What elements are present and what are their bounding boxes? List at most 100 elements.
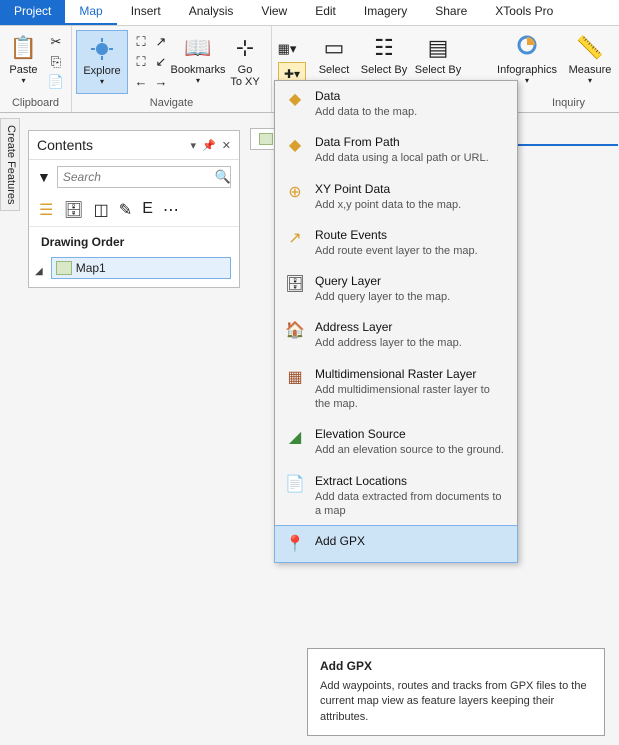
menu-path-title: Data From Path [315,135,507,149]
prev-extent-icon[interactable]: ← [132,73,150,91]
address-icon: 🏠 [285,320,305,340]
menu-query-title: Query Layer [315,274,507,288]
contents-dropdown-icon[interactable]: ▾ [191,139,197,152]
extract-icon: 📄 [285,474,305,494]
menu-multidim-raster[interactable]: ▦ Multidimensional Raster Layer Add multi… [275,359,517,420]
raster-icon: ▦ [285,367,305,387]
select-icon: ▭ [320,34,348,62]
list-by-drawing-icon[interactable]: ☰ [39,200,53,220]
elevation-icon: ◢ [285,427,305,447]
list-by-source-icon[interactable]: 🗄 [63,200,83,220]
tab-imagery[interactable]: Imagery [350,0,421,25]
menu-address-title: Address Layer [315,320,507,334]
data-path-icon: ◆ [285,135,305,155]
menu-xy-title: XY Point Data [315,182,507,196]
tooltip: Add GPX Add waypoints, routes and tracks… [307,648,605,736]
menu-path-desc: Add data using a local path or URL. [315,151,507,165]
map-tab-icon [259,133,273,145]
tooltip-body: Add waypoints, routes and tracks from GP… [320,679,592,725]
bookmarks-button[interactable]: 📖 Bookmarks ▾ [174,30,222,94]
list-more-icon[interactable]: ⋯ [163,200,179,220]
contents-close-icon[interactable]: ✕ [222,139,231,152]
select-loc-icon: ▤ [424,34,452,62]
tooltip-title: Add GPX [320,659,592,673]
menu-data-from-path[interactable]: ◆ Data From Path Add data using a local p… [275,127,517,173]
clipboard-group-label: Clipboard [4,95,67,112]
menu-data-desc: Add data to the map. [315,105,507,119]
gotoxy-button[interactable]: ⊹ Go To XY [224,30,266,94]
measure-button[interactable]: 📏 Measure ▾ [565,30,615,94]
basemap-icon[interactable]: ▦▾ [278,40,296,58]
xy-icon: ⊕ [285,182,305,202]
explore-label: Explore [83,65,120,77]
menu-elev-title: Elevation Source [315,427,507,441]
menu-raster-title: Multidimensional Raster Layer [315,367,507,381]
explore-button[interactable]: Explore ▾ [76,30,128,94]
active-view-indicator [510,144,618,146]
drawing-order-heading: Drawing Order [29,227,239,255]
tab-map[interactable]: Map [65,0,116,25]
fixed-zoom-in-icon[interactable]: ↗ [152,33,170,51]
measure-icon: 📏 [576,34,604,62]
menu-raster-desc: Add multidimensional raster layer to the… [315,383,507,412]
tab-view[interactable]: View [247,0,301,25]
search-input[interactable] [57,166,231,188]
map-item[interactable]: Map1 [51,257,231,279]
list-by-selection-icon[interactable]: ◫ [94,200,109,220]
fixed-zoom-out-icon[interactable]: ↙ [152,53,170,71]
menu-extract-locations[interactable]: 📄 Extract LocationsAdd data extracted fr… [275,466,517,527]
cut-icon[interactable]: ✂ [47,33,65,51]
menu-gpx-title: Add GPX [315,534,507,548]
tab-project[interactable]: Project [0,0,65,25]
infographics-icon [513,34,541,62]
tab-share[interactable]: Share [421,0,481,25]
menu-route-desc: Add route event layer to the map. [315,244,507,258]
map-icon [56,261,72,275]
menu-address-layer[interactable]: 🏠 Address Layer Add address layer to the … [275,312,517,358]
menu-elev-desc: Add an elevation source to the ground. [315,443,507,457]
menu-xy-point[interactable]: ⊕ XY Point Data Add x,y point data to the… [275,174,517,220]
zoom-full-icon[interactable]: ⛶ [132,33,150,51]
navigate-group-label: Navigate [76,95,267,112]
menu-query-desc: Add query layer to the map. [315,290,507,304]
list-by-snapping-icon[interactable]: E [142,200,153,220]
main-tabs: Project Map Insert Analysis View Edit Im… [0,0,619,26]
paste-button[interactable]: 📋 Paste ▾ [4,30,43,94]
zoom-sel-icon[interactable]: ⛶ [132,53,150,71]
menu-data[interactable]: ◆ Data Add data to the map. [275,81,517,127]
selectby2-label: Select By [415,64,461,76]
menu-data-title: Data [315,89,507,103]
menu-elevation-source[interactable]: ◢ Elevation Source Add an elevation sourc… [275,419,517,465]
create-features-tab[interactable]: Create Features [0,118,20,211]
list-by-editing-icon[interactable]: ✎ [119,200,132,220]
contents-pin-icon[interactable]: 📌 [202,139,216,152]
copypath-icon[interactable]: 📄 [47,73,65,91]
filter-icon[interactable]: ▼ [37,169,51,185]
route-icon: ↗ [285,228,305,248]
next-extent-icon[interactable]: → [152,73,170,91]
contents-panel: Contents ▾ 📌 ✕ ▼ 🔍 ☰ 🗄 ◫ ✎ E ⋯ Drawing O… [28,130,240,288]
tab-analysis[interactable]: Analysis [175,0,248,25]
map-collapse-icon[interactable]: ◢ [35,266,43,277]
search-icon[interactable]: 🔍 [215,169,231,185]
tab-xtools[interactable]: XTools Pro [481,0,567,25]
menu-add-gpx[interactable]: 📍 Add GPX [274,525,518,563]
contents-title: Contents [37,137,191,153]
data-icon: ◆ [285,89,305,109]
menu-address-desc: Add address layer to the map. [315,336,507,350]
menu-query-layer[interactable]: 🗄 Query LayerAdd query layer to the map. [275,266,517,312]
gotoxy-icon: ⊹ [231,34,259,62]
menu-extract-desc: Add data extracted from documents to a m… [315,490,507,519]
contents-view-toolbar: ☰ 🗄 ◫ ✎ E ⋯ [29,194,239,227]
tab-edit[interactable]: Edit [301,0,350,25]
infographics-label: Infographics [497,64,557,76]
menu-xy-desc: Add x,y point data to the map. [315,198,507,212]
tab-insert[interactable]: Insert [117,0,175,25]
paste-label: Paste [9,64,37,76]
clipboard-icon: 📋 [10,34,38,62]
gotoxy-label: Go To XY [230,64,259,88]
select-label: Select [319,64,350,76]
menu-route-events[interactable]: ↗ Route EventsAdd route event layer to t… [275,220,517,266]
bookmarks-label: Bookmarks [170,64,225,76]
copy-icon[interactable]: ⎘ [47,53,65,71]
